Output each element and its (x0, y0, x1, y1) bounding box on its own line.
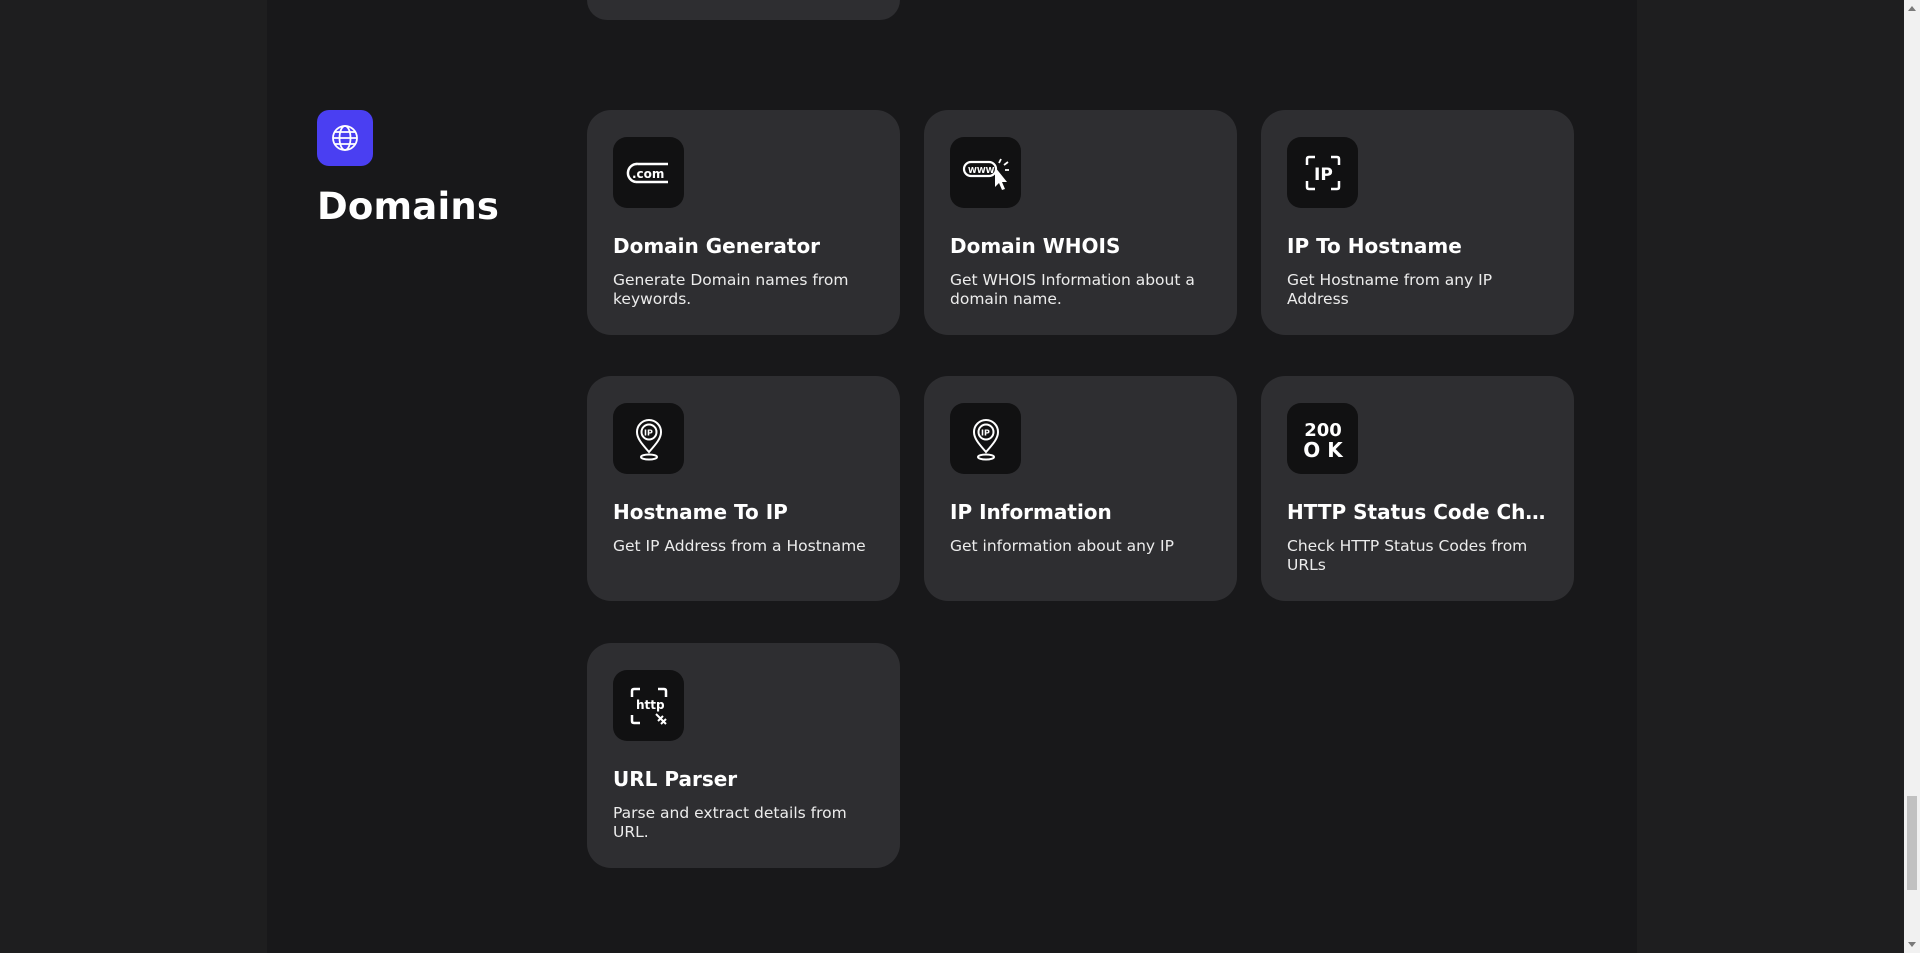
card-title: Domain Generator (613, 234, 821, 258)
previous-section-card[interactable] (587, 0, 900, 20)
section-icon-globe (317, 110, 373, 166)
card-description: Get Hostname from any IP Address (1287, 271, 1493, 308)
tool-card-hostname-to-ip[interactable]: IP Hostname To IP Get IP Address from a … (587, 376, 900, 601)
card-title: IP Information (950, 500, 1112, 524)
ip-scan-icon: IP (1305, 155, 1340, 190)
dotcom-icon: .com (626, 162, 668, 183)
tool-card-domain-whois[interactable]: WWW Domain WHOIS Get WHOIS Information a… (924, 110, 1237, 335)
svg-text:.com: .com (632, 167, 664, 181)
scroll-down-arrow-icon[interactable] (1904, 937, 1920, 953)
svg-text:IP: IP (644, 428, 653, 437)
scroll-up-arrow-icon[interactable] (1904, 0, 1920, 16)
ip-location-pin-icon: IP (635, 418, 662, 460)
card-description: Get information about any IP (950, 537, 1174, 555)
tool-card-http-status-code-checker[interactable]: 200 O K HTTP Status Code Checker Check H… (1261, 376, 1574, 601)
card-icon-container: IP (950, 403, 1021, 474)
card-title: Hostname To IP (613, 500, 788, 524)
card-icon-container: 200 O K (1287, 403, 1358, 474)
svg-text:IP: IP (981, 428, 990, 437)
www-cursor-icon: WWW (962, 158, 1009, 190)
vertical-scrollbar[interactable] (1904, 0, 1920, 953)
card-icon-container: http (613, 670, 684, 741)
ip-location-pin-icon: IP (972, 418, 999, 460)
globe-icon (332, 125, 358, 151)
card-title: HTTP Status Code Checker (1287, 500, 1557, 524)
card-icon-container: IP (613, 403, 684, 474)
card-description: Get IP Address from a Hostname (613, 537, 866, 555)
200-ok-icon: 200 O K (1303, 420, 1344, 462)
card-icon-container: IP (1287, 137, 1358, 208)
card-description: Parse and extract details from URL. (613, 804, 847, 841)
svg-text:http: http (636, 698, 665, 712)
card-description: Get WHOIS Information about a domain nam… (950, 271, 1195, 308)
svg-text:WWW: WWW (968, 166, 995, 175)
tool-card-ip-to-hostname[interactable]: IP IP To Hostname Get Hostname from any … (1261, 110, 1574, 335)
scrollbar-thumb[interactable] (1907, 796, 1917, 890)
http-scan-icon: http (630, 687, 667, 725)
card-title: IP To Hostname (1287, 234, 1462, 258)
svg-text:O K: O K (1303, 438, 1344, 462)
card-icon-container: WWW (950, 137, 1021, 208)
card-description: Check HTTP Status Codes from URLs (1287, 537, 1528, 574)
card-description: Generate Domain names from keywords. (613, 271, 849, 308)
tool-card-domain-generator[interactable]: .com Domain Generator Generate Domain na… (587, 110, 900, 335)
card-title: URL Parser (613, 767, 738, 791)
page-background: Domains .com Domain Generator Generate D… (0, 0, 1904, 953)
section-title: Domains (317, 185, 500, 228)
tool-card-ip-information[interactable]: IP IP Information Get information about … (924, 376, 1237, 601)
card-title: Domain WHOIS (950, 234, 1121, 258)
card-icon-container: .com (613, 137, 684, 208)
tool-card-url-parser[interactable]: http URL Parser Parse and extract detail… (587, 643, 900, 868)
svg-text:IP: IP (1314, 165, 1333, 185)
